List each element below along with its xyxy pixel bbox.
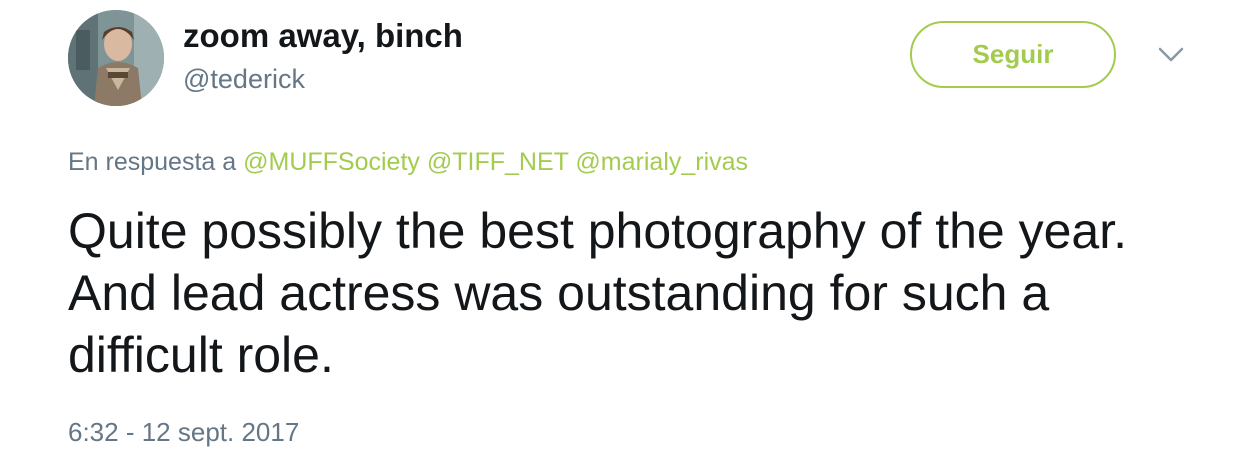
reply-context-prefix: En respuesta a xyxy=(68,148,237,176)
follow-button[interactable]: Seguir xyxy=(910,21,1116,88)
tweet-text: Quite possibly the best photography of t… xyxy=(68,203,1128,383)
avatar-image xyxy=(68,10,164,106)
tweet-timestamp[interactable]: 6:32 - 12 sept. 2017 xyxy=(68,415,299,449)
reply-context: En respuesta a @MUFFSociety @TIFF_NET @m… xyxy=(68,146,748,178)
tweet-card: zoom away, binch @tederick Seguir En res… xyxy=(0,0,1246,466)
avatar[interactable] xyxy=(68,10,164,106)
mention-link[interactable]: @MUFFSociety xyxy=(243,148,420,176)
chevron-down-icon[interactable] xyxy=(1158,46,1184,64)
mention-link[interactable]: @TIFF_NET xyxy=(427,148,569,176)
mention-link[interactable]: @marialy_rivas xyxy=(575,148,748,176)
user-handle[interactable]: @tederick xyxy=(183,62,305,96)
display-name[interactable]: zoom away, binch xyxy=(183,16,463,56)
